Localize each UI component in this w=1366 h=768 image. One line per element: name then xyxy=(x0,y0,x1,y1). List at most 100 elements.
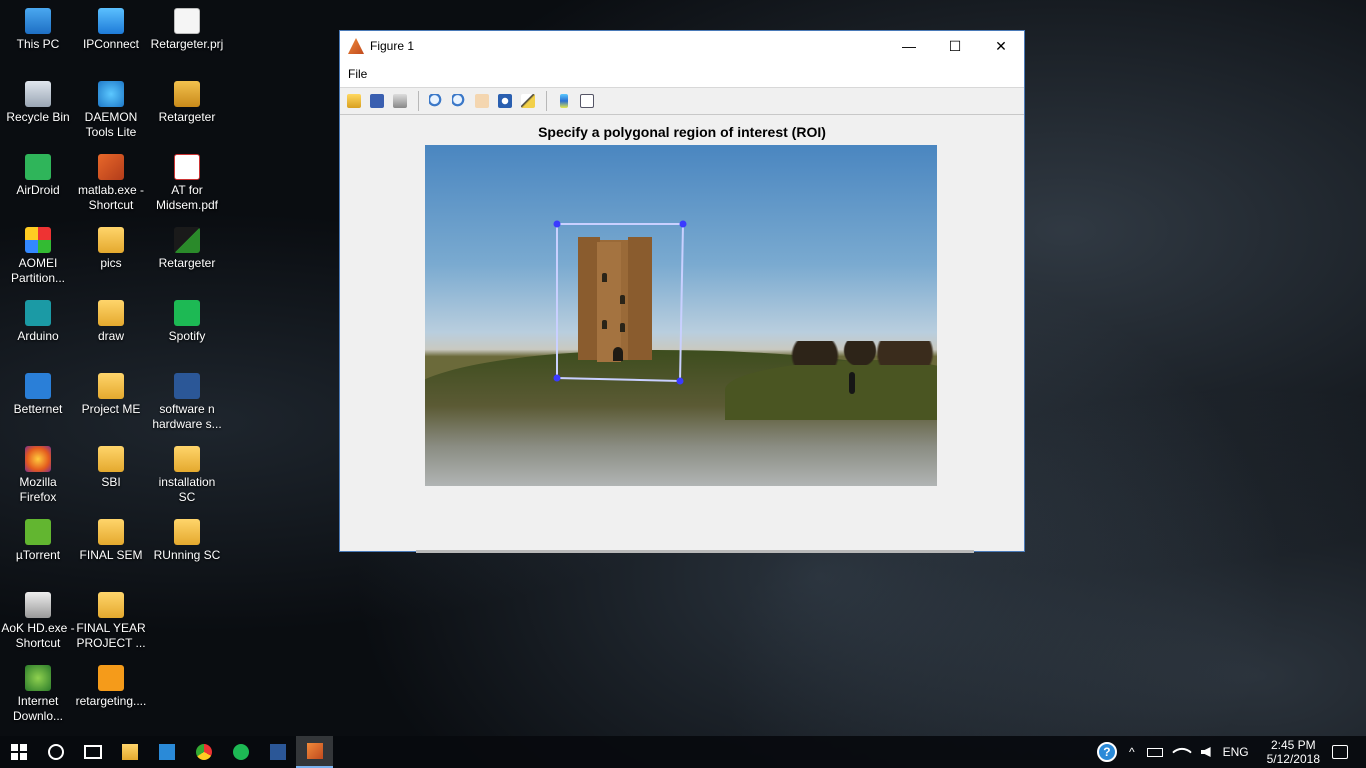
desktop-icon-label: Project ME xyxy=(81,402,141,416)
save-button[interactable] xyxy=(366,90,388,112)
horizontal-scrollbar[interactable] xyxy=(416,550,974,553)
matlab-icon xyxy=(348,38,364,54)
desktop-icon-software[interactable]: software n hardware s... xyxy=(149,373,225,432)
title-bar[interactable]: Figure 1 — ☐ ✕ xyxy=(340,31,1024,61)
folder-icon xyxy=(98,519,124,545)
zoom-in-button[interactable] xyxy=(425,90,447,112)
start-button[interactable] xyxy=(0,736,37,768)
zoom-out-button[interactable] xyxy=(448,90,470,112)
colorbar-button[interactable] xyxy=(553,90,575,112)
desktop-icon-utorrent[interactable]: µTorrent xyxy=(0,519,76,563)
cortana-button[interactable] xyxy=(37,736,74,768)
maximize-button[interactable]: ☐ xyxy=(932,31,978,61)
desktop-icon-label: Arduino xyxy=(17,329,59,343)
desktop-icon-internet-download[interactable]: Internet Downlo... xyxy=(0,665,76,724)
desktop-icon-draw[interactable]: draw xyxy=(73,300,149,344)
roi-vertex[interactable] xyxy=(676,377,684,385)
roi-polygon[interactable] xyxy=(425,145,937,486)
taskbar-chrome[interactable] xyxy=(185,736,222,768)
chrome-icon xyxy=(195,744,212,760)
desktop-icon-daemon[interactable]: DAEMON Tools Lite xyxy=(73,81,149,140)
desktop-icon-retargeting[interactable]: retargeting.... xyxy=(73,665,149,709)
desktop-icon-sbi[interactable]: SBI xyxy=(73,446,149,490)
desktop-icon-aomei[interactable]: AOMEI Partition... xyxy=(0,227,76,286)
desktop-icon-aok[interactable]: AoK HD.exe - Shortcut xyxy=(0,592,76,651)
taskbar-file-explorer[interactable] xyxy=(111,736,148,768)
desktop-icon-final-year[interactable]: FINAL YEAR PROJECT ... xyxy=(73,592,149,651)
desktop-icon-airdroid[interactable]: AirDroid xyxy=(0,154,76,198)
desktop-icon-label: AOMEI Partition... xyxy=(10,256,66,285)
show-hidden-icons-button[interactable]: ^ xyxy=(1129,745,1135,759)
desktop-icon-installation-sc[interactable]: installation SC xyxy=(149,446,225,505)
desktop-icon-pics[interactable]: pics xyxy=(73,227,149,271)
roi-vertex[interactable] xyxy=(553,374,561,382)
figure-toolbar xyxy=(340,87,1024,115)
roi-vertex[interactable] xyxy=(679,220,687,228)
desktop-icon-firefox[interactable]: Mozilla Firefox xyxy=(0,446,76,505)
battery-button[interactable] xyxy=(1146,747,1163,757)
desktop-icon-retargeter-2[interactable]: Retargeter xyxy=(149,227,225,271)
desktop-icon-this-pc[interactable]: This PC xyxy=(0,8,76,52)
desktop-icon-at-midsem[interactable]: AT for Midsem.pdf xyxy=(149,154,225,213)
desktop-icon-matlab[interactable]: matlab.exe - Shortcut xyxy=(73,154,149,213)
legend-icon xyxy=(580,94,594,108)
desktop-icon-label: AT for Midsem.pdf xyxy=(155,183,219,212)
desktop-icon-final-sem[interactable]: FINAL SEM xyxy=(73,519,149,563)
utorrent-icon xyxy=(25,519,51,545)
desktop-icon-label: FINAL YEAR PROJECT ... xyxy=(76,621,146,650)
data-cursor-button[interactable] xyxy=(517,90,539,112)
matlab-icon xyxy=(306,743,323,759)
taskbar-matlab[interactable] xyxy=(296,736,333,768)
rotate-3d-button[interactable] xyxy=(494,90,516,112)
desktop-icon-recycle-bin[interactable]: Recycle Bin xyxy=(0,81,76,125)
pan-icon xyxy=(475,94,489,108)
window-controls: — ☐ ✕ xyxy=(886,31,1024,61)
minimize-button[interactable]: — xyxy=(886,31,932,61)
desktop-icon-betternet[interactable]: Betternet xyxy=(0,373,76,417)
roi-vertex[interactable] xyxy=(553,220,561,228)
desktop-icon-label: matlab.exe - Shortcut xyxy=(77,183,145,212)
folder-icon xyxy=(174,519,200,545)
system-tray: ? ^ ENG 2:45 PM 5/12/2018 xyxy=(1091,736,1366,768)
print-button[interactable] xyxy=(389,90,411,112)
action-center-icon[interactable] xyxy=(1332,745,1348,759)
desktop-icon-arduino[interactable]: Arduino xyxy=(0,300,76,344)
desktop-icon-label: AirDroid xyxy=(16,183,60,197)
open-button[interactable] xyxy=(343,90,365,112)
rotate-3d-icon xyxy=(498,94,512,108)
desktop-icon-label: Retargeter.prj xyxy=(150,37,224,51)
close-button[interactable]: ✕ xyxy=(978,31,1024,61)
clock[interactable]: 2:45 PM 5/12/2018 xyxy=(1267,738,1320,766)
taskbar-word[interactable] xyxy=(259,736,296,768)
desktop-icon-label: Retargeter xyxy=(158,110,216,124)
image-display[interactable] xyxy=(425,145,937,486)
volume-button[interactable] xyxy=(1200,747,1211,757)
desktop-icon-label: pics xyxy=(100,256,122,270)
help-button[interactable]: ? xyxy=(1096,742,1117,762)
zoom-in-icon xyxy=(429,94,443,108)
window-title: Figure 1 xyxy=(370,39,415,53)
desktop-icon-project-me[interactable]: Project ME xyxy=(73,373,149,417)
desktop-icon-label: SBI xyxy=(101,475,121,489)
menu-file[interactable]: File xyxy=(348,67,367,81)
legend-button[interactable] xyxy=(576,90,598,112)
figure-canvas: Specify a polygonal region of interest (… xyxy=(340,115,1024,553)
desktop-icon-retargeter[interactable]: Retargeter xyxy=(149,81,225,125)
taskbar-spotify[interactable] xyxy=(222,736,259,768)
spotify-icon xyxy=(232,744,249,760)
desktop-icon-retargeter-prj[interactable]: Retargeter.prj xyxy=(149,8,225,52)
folder-icon xyxy=(98,300,124,326)
desktop-icon-spotify[interactable]: Spotify xyxy=(149,300,225,344)
desktop-icon-ipconnect[interactable]: IPConnect xyxy=(73,8,149,52)
network-icon xyxy=(98,8,124,34)
desktop-icon-running-sc[interactable]: RUnning SC xyxy=(149,519,225,563)
wifi-button[interactable] xyxy=(1171,742,1192,762)
task-view-button[interactable] xyxy=(74,736,111,768)
open-icon xyxy=(347,94,361,108)
app-icon xyxy=(174,81,200,107)
internet-download-icon xyxy=(25,665,51,691)
pan-button[interactable] xyxy=(471,90,493,112)
taskbar-control-panel[interactable] xyxy=(148,736,185,768)
language-button[interactable]: ENG xyxy=(1223,745,1249,759)
desktop-icon-label: retargeting.... xyxy=(75,694,147,708)
